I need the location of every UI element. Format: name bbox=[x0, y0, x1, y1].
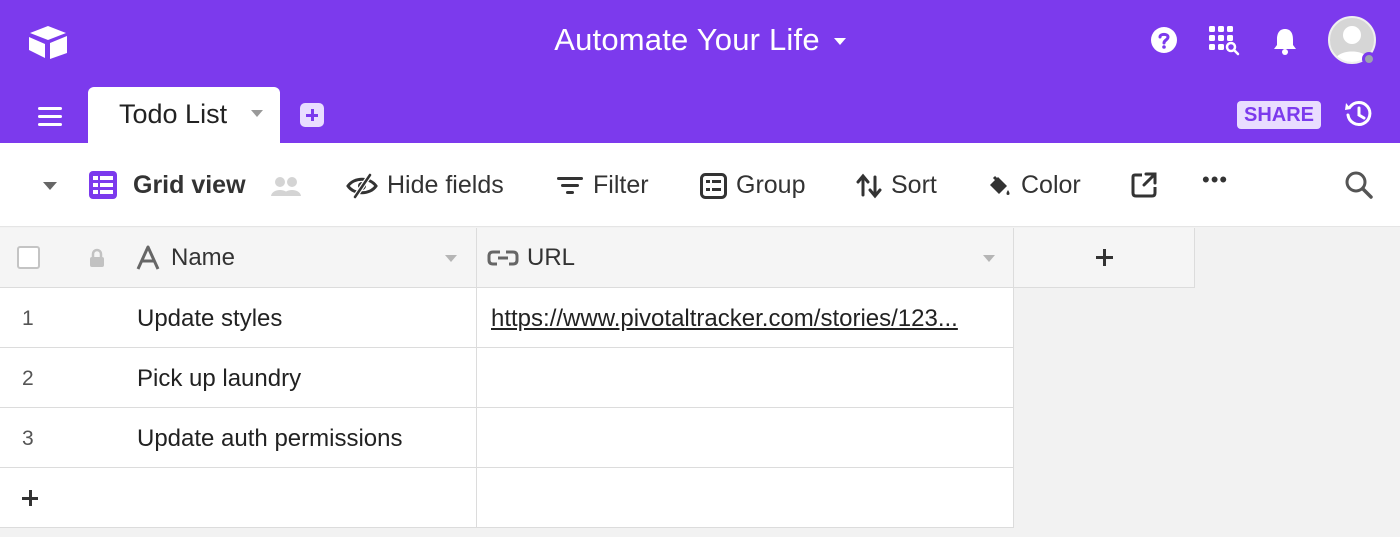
row-name[interactable]: Update auth permissions bbox=[137, 425, 467, 453]
name-cell[interactable]: 1 Update styles bbox=[0, 288, 477, 348]
more-options-label: ••• bbox=[1202, 167, 1229, 192]
group-icon bbox=[700, 172, 727, 199]
lock-icon bbox=[90, 248, 104, 267]
color-label: Color bbox=[1021, 171, 1081, 199]
filter-label: Filter bbox=[593, 171, 649, 199]
text-field-icon bbox=[136, 245, 160, 270]
sort-icon bbox=[856, 173, 882, 198]
add-record-cell[interactable] bbox=[0, 468, 477, 528]
chevron-down-icon[interactable] bbox=[445, 255, 457, 262]
grid-header-row: Name URL bbox=[0, 228, 1195, 288]
row-name[interactable]: Update styles bbox=[137, 305, 467, 333]
empty-cell bbox=[477, 468, 1014, 528]
name-cell[interactable]: 3 Update auth permissions bbox=[0, 408, 477, 468]
hide-fields-button[interactable]: Hide fields bbox=[346, 171, 504, 200]
column-header-url[interactable]: URL bbox=[477, 228, 1014, 288]
table-tab-bar: Todo List SHARE bbox=[0, 87, 1400, 143]
base-title-button[interactable]: Automate Your Life bbox=[554, 22, 846, 58]
more-options-button[interactable]: ••• bbox=[1202, 167, 1228, 193]
view-toolbar: Grid view Hide fields Filter Group Sort … bbox=[0, 143, 1400, 227]
search-icon[interactable] bbox=[1344, 170, 1374, 200]
bell-icon[interactable] bbox=[1270, 26, 1300, 56]
group-label: Group bbox=[736, 171, 806, 199]
row-number: 3 bbox=[22, 427, 34, 450]
apps-grid-icon[interactable] bbox=[1207, 24, 1243, 56]
url-cell[interactable] bbox=[477, 408, 1014, 468]
hide-fields-label: Hide fields bbox=[387, 171, 504, 199]
plus-icon bbox=[22, 490, 38, 506]
link-field-icon bbox=[487, 250, 519, 266]
row-url-link[interactable]: https://www.pivotaltracker.com/stories/1… bbox=[491, 305, 1003, 333]
tab-todo-list[interactable]: Todo List bbox=[88, 87, 280, 143]
row-number: 1 bbox=[22, 307, 34, 330]
select-all-checkbox[interactable] bbox=[17, 246, 40, 269]
add-record-row[interactable] bbox=[0, 468, 1014, 528]
url-cell[interactable] bbox=[477, 348, 1014, 408]
plus-square-icon[interactable] bbox=[300, 103, 324, 127]
group-button[interactable]: Group bbox=[700, 171, 805, 200]
sort-label: Sort bbox=[891, 171, 937, 199]
table-row[interactable]: 2 Pick up laundry bbox=[0, 348, 1014, 408]
chevron-down-icon[interactable] bbox=[983, 255, 995, 262]
filter-icon bbox=[557, 176, 583, 194]
column-label: Name bbox=[171, 244, 236, 271]
eye-slash-icon bbox=[346, 173, 378, 198]
share-view-icon[interactable] bbox=[1131, 172, 1157, 198]
chevron-down-icon bbox=[833, 38, 846, 45]
tab-label: Todo List bbox=[119, 99, 228, 129]
share-button[interactable]: SHARE bbox=[1237, 101, 1321, 129]
paint-bucket-icon bbox=[990, 175, 1010, 195]
url-cell[interactable]: https://www.pivotaltracker.com/stories/1… bbox=[477, 288, 1014, 348]
sort-button[interactable]: Sort bbox=[856, 171, 937, 200]
view-switcher-chevron-icon[interactable] bbox=[43, 182, 57, 190]
base-title-wrapper: Automate Your Life bbox=[0, 22, 1400, 58]
presence-indicator bbox=[1362, 52, 1376, 66]
view-name[interactable]: Grid view bbox=[133, 171, 246, 200]
table-row[interactable]: 3 Update auth permissions bbox=[0, 408, 1014, 468]
table-row[interactable]: 1 Update styles https://www.pivotaltrack… bbox=[0, 288, 1014, 348]
column-label: URL bbox=[527, 244, 576, 271]
base-title: Automate Your Life bbox=[554, 22, 820, 57]
filter-button[interactable]: Filter bbox=[556, 171, 649, 200]
chevron-down-icon[interactable] bbox=[251, 110, 263, 117]
app-header: Automate Your Life bbox=[0, 0, 1400, 87]
add-field-button[interactable] bbox=[1014, 228, 1195, 288]
help-circle-icon[interactable] bbox=[1150, 26, 1178, 54]
grid-area: Name URL 1 Update styles https://www.piv… bbox=[0, 228, 1400, 537]
column-header-name[interactable]: Name bbox=[0, 228, 477, 288]
name-cell[interactable]: 2 Pick up laundry bbox=[0, 348, 477, 408]
row-name[interactable]: Pick up laundry bbox=[137, 365, 467, 393]
grid-view-icon bbox=[89, 171, 117, 199]
hamburger-menu-icon[interactable] bbox=[38, 105, 64, 127]
color-button[interactable]: Color bbox=[986, 171, 1081, 200]
collaborators-icon[interactable] bbox=[270, 174, 302, 198]
row-number: 2 bbox=[22, 367, 34, 390]
history-icon[interactable] bbox=[1344, 99, 1374, 129]
airtable-logo-icon[interactable] bbox=[26, 24, 70, 60]
